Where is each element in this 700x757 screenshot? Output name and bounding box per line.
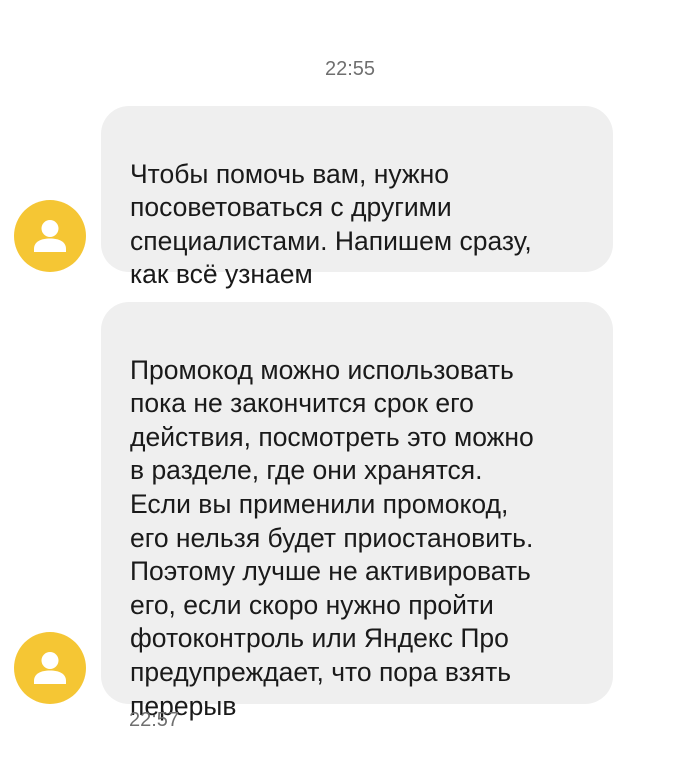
message-text: Чтобы помочь вам, нужно посоветоваться с… (130, 158, 532, 290)
user-avatar-icon (14, 632, 86, 704)
message-text: Промокод можно использовать пока не зако… (130, 354, 534, 721)
message-timestamp: 22:57 (129, 709, 180, 731)
message-bubble: Промокод можно использовать пока не зако… (101, 302, 613, 721)
message-bubble: Чтобы помочь вам, нужно посоветоваться с… (101, 106, 613, 289)
message-timestamp: 22:55 (324, 58, 376, 80)
user-avatar-icon (14, 200, 86, 272)
